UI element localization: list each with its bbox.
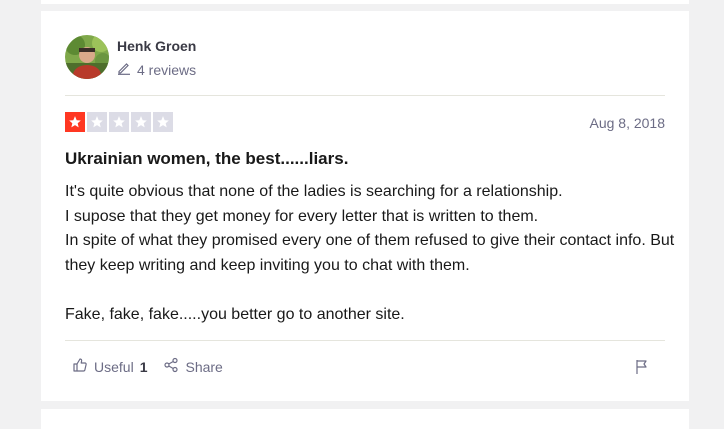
previous-review-card bbox=[41, 0, 689, 4]
star-icon bbox=[87, 112, 107, 132]
review-card: Henk Groen 4 reviews Aug 8, 2018 Ukraini… bbox=[41, 11, 689, 401]
useful-count: 1 bbox=[139, 358, 148, 375]
divider bbox=[65, 340, 665, 341]
useful-label: Useful bbox=[94, 358, 134, 375]
review-text-line: Fake, fake, fake.....you better go to an… bbox=[65, 305, 405, 323]
divider bbox=[65, 95, 665, 96]
review-text-line: It's quite obvious that none of the ladi… bbox=[65, 183, 563, 200]
useful-button[interactable]: Useful 1 bbox=[72, 357, 147, 376]
review-text-line: I supose that they get money for every l… bbox=[65, 207, 539, 225]
review-count: 4 reviews bbox=[117, 61, 196, 78]
thumbs-up-icon bbox=[72, 357, 88, 376]
review-date: Aug 8, 2018 bbox=[589, 115, 665, 131]
review-text-line: In spite of what they promised every one… bbox=[65, 232, 675, 274]
share-icon bbox=[163, 357, 179, 376]
share-button[interactable]: Share bbox=[163, 357, 223, 376]
star-icon bbox=[153, 112, 173, 132]
review-count-label: 4 reviews bbox=[137, 61, 197, 78]
avatar[interactable] bbox=[65, 35, 109, 79]
next-review-card bbox=[41, 409, 689, 429]
star-icon bbox=[131, 112, 151, 132]
share-label: Share bbox=[185, 358, 223, 375]
pencil-icon bbox=[117, 61, 131, 78]
review-body: It's quite obvious that none of the ladi… bbox=[65, 180, 675, 327]
star-icon bbox=[65, 112, 85, 132]
review-title[interactable]: Ukrainian women, the best......liars. bbox=[65, 149, 348, 169]
reviewer-name[interactable]: Henk Groen bbox=[117, 38, 196, 54]
star-rating bbox=[65, 112, 173, 132]
star-icon bbox=[109, 112, 129, 132]
review-actions: Useful 1 Share bbox=[72, 357, 223, 376]
flag-icon[interactable] bbox=[635, 359, 649, 380]
